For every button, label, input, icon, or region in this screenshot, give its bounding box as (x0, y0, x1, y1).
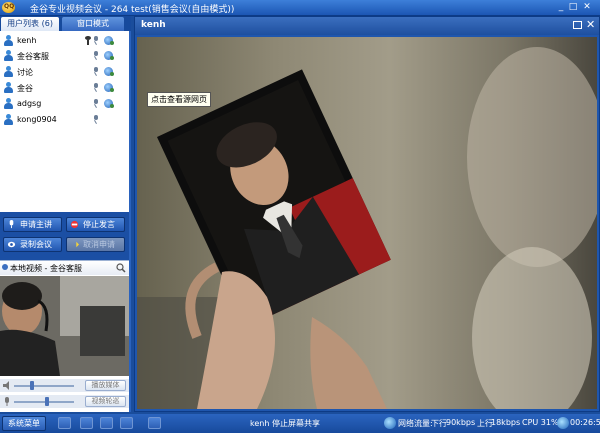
video-record-button[interactable]: 视频轮巡 (85, 396, 126, 407)
download-value: 90kbps (446, 418, 476, 427)
local-video-title: 本地视频 - 金谷客服 (10, 264, 82, 273)
minimize-icon[interactable]: _ (556, 2, 566, 13)
help-icon[interactable] (120, 417, 133, 429)
speaker-volume-knob[interactable] (30, 381, 34, 390)
user-list: kenh 金谷客服 讨论 金谷 adgsg kong0904 (0, 32, 129, 228)
stop-speak-button[interactable]: 停止发言 (66, 217, 125, 232)
system-menu-button[interactable]: 系统菜单 (2, 416, 46, 431)
mic-volume-slider[interactable] (14, 401, 74, 403)
camera-icon[interactable] (104, 67, 114, 76)
main-video: 点击查看源网页 (137, 37, 597, 409)
camera-icon[interactable] (104, 36, 114, 45)
user-name: kenh (17, 36, 37, 45)
user-icon (3, 66, 14, 78)
main-video-panel: kenh ✕ 点击查看源网页 (134, 16, 600, 412)
speaker-volume-row: 播放媒体 (0, 379, 129, 392)
user-icon (3, 82, 14, 94)
user-name: 金谷 (17, 84, 33, 93)
user-item-kenh[interactable]: kenh (0, 34, 129, 48)
cancel-request-button[interactable]: 取消申请 (66, 237, 125, 252)
microphone-icon (9, 220, 14, 229)
microphone-icon[interactable] (93, 115, 98, 124)
speaker-icon (85, 36, 92, 45)
record-icon (7, 241, 16, 248)
main-video-title: kenh (141, 20, 166, 30)
play-media-button[interactable]: 播放媒体 (85, 380, 126, 391)
screen-share-status: kenh 停止屏幕共享 (250, 419, 320, 428)
title-bar: 金谷专业视频会议 - 264 test(销售会议(自由模式)) _ □ ✕ (0, 0, 600, 16)
download-label: 下行 (431, 419, 447, 428)
user-item-kefu[interactable]: 金谷客服 (0, 49, 129, 63)
user-name: 金谷客服 (17, 52, 49, 61)
camera-icon[interactable] (104, 83, 114, 92)
elapsed-time: 00:26:52 (570, 418, 600, 427)
user-icon (3, 114, 14, 126)
cpu-usage: CPU 31% (522, 418, 559, 427)
record-meeting-label: 录制会议 (20, 240, 52, 249)
stop-speak-icon (70, 220, 79, 229)
user-item-jingu[interactable]: 金谷 (0, 81, 129, 95)
local-video-header: 本地视频 - 金谷客服 (0, 260, 129, 275)
app-logo-icon (2, 2, 15, 13)
speaker-volume-slider[interactable] (14, 385, 74, 387)
status-bar: 系统菜单 kenh 停止屏幕共享 网络流量: 下行 90kbps 上行 18kb… (0, 414, 600, 433)
close-icon[interactable]: ✕ (586, 18, 595, 31)
local-video (0, 276, 129, 376)
settings-icon[interactable] (100, 417, 113, 429)
microphone-icon[interactable] (93, 51, 98, 60)
microphone-icon[interactable] (93, 67, 98, 76)
main-video-header: kenh ✕ (135, 17, 599, 35)
local-video-frame (0, 276, 129, 376)
left-tabs: 用户列表 (6) 窗口模式 (0, 16, 131, 31)
camera-icon[interactable] (104, 51, 114, 60)
meeting-controls: 申请主讲 停止发言 录制会议 取消申请 (0, 212, 129, 260)
user-icon (3, 50, 14, 62)
folder-icon[interactable] (148, 417, 161, 429)
user-name: kong0904 (17, 115, 57, 124)
tab-window-mode[interactable]: 窗口模式 (62, 17, 124, 31)
zoom-icon[interactable] (116, 263, 126, 273)
left-panel: 用户列表 (6) 窗口模式 kenh 金谷客服 讨论 金谷 adgsg kong… (0, 16, 131, 412)
user-name: 讨论 (17, 68, 33, 77)
camera-icon[interactable] (104, 99, 114, 108)
close-icon[interactable]: ✕ (582, 2, 592, 13)
maximize-icon[interactable]: □ (568, 2, 578, 13)
user-item-adgsg[interactable]: adgsg (0, 97, 129, 111)
back-icon[interactable] (80, 417, 93, 429)
user-icon (3, 35, 14, 47)
user-icon (3, 98, 14, 110)
local-video-icon (2, 264, 8, 270)
tab-user-list[interactable]: 用户列表 (6) (1, 17, 59, 31)
user-item-kong0904[interactable]: kong0904 (0, 113, 129, 127)
microphone-icon[interactable] (93, 83, 98, 92)
tooltip: 点击查看源网页 (147, 92, 211, 107)
stop-speak-label: 停止发言 (83, 220, 115, 229)
document-icon[interactable] (58, 417, 71, 429)
network-icon (384, 417, 396, 429)
mic-volume-knob[interactable] (45, 397, 49, 406)
microphone-icon (5, 397, 9, 406)
maximize-icon[interactable] (573, 21, 582, 29)
request-speak-label: 申请主讲 (20, 220, 52, 229)
user-name: adgsg (17, 99, 42, 108)
clock-icon (557, 417, 569, 429)
cancel-request-label: 取消申请 (83, 240, 115, 249)
speaker-icon (3, 381, 9, 390)
request-speak-button[interactable]: 申请主讲 (3, 217, 62, 232)
mic-volume-row: 视频轮巡 (0, 395, 129, 408)
microphone-icon[interactable] (93, 36, 98, 45)
microphone-icon[interactable] (93, 99, 98, 108)
window-title: 金谷专业视频会议 - 264 test(销售会议(自由模式)) (30, 5, 235, 15)
arrow-icon (70, 241, 79, 248)
network-label: 网络流量: (398, 419, 433, 428)
record-meeting-button[interactable]: 录制会议 (3, 237, 62, 252)
user-item-taolun[interactable]: 讨论 (0, 65, 129, 79)
upload-value: 18kbps (491, 418, 521, 427)
